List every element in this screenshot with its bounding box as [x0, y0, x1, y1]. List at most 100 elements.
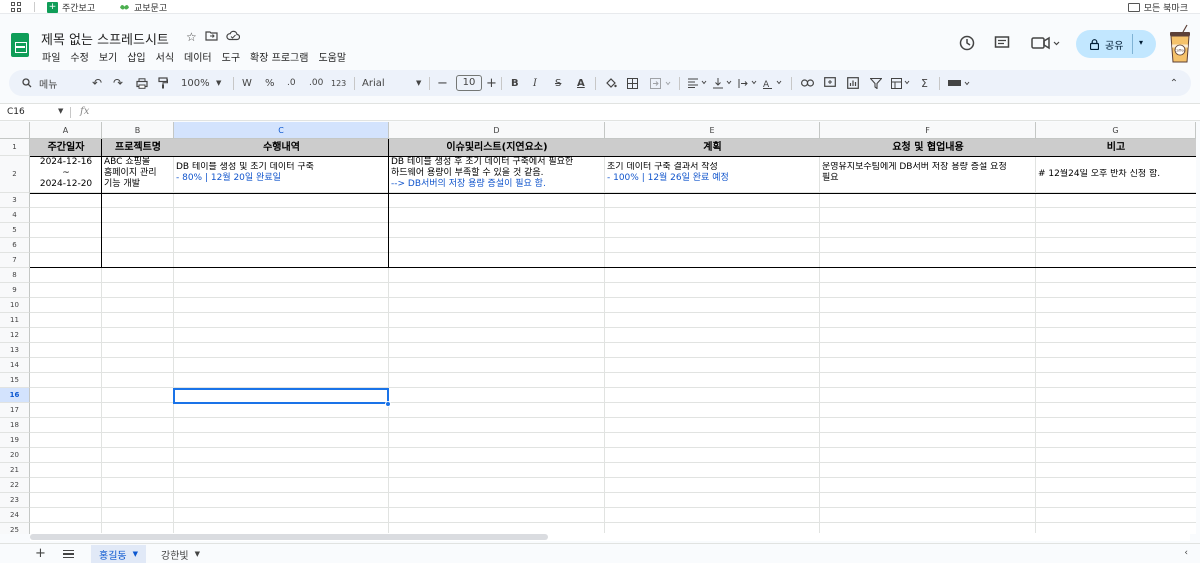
- name-box[interactable]: C16: [7, 107, 25, 117]
- header-cell-b[interactable]: 프로젝트명: [102, 139, 174, 156]
- menu-format[interactable]: 서식: [155, 48, 175, 65]
- header-cell-f[interactable]: 요청 및 협업내용: [820, 139, 1036, 156]
- merge-cells-icon[interactable]: [649, 70, 673, 96]
- comments-icon[interactable]: [993, 34, 1011, 52]
- row-header-16[interactable]: 16: [0, 388, 30, 403]
- column-header-c[interactable]: C: [174, 122, 389, 139]
- star-icon[interactable]: ☆: [186, 30, 197, 44]
- paint-format-icon[interactable]: [157, 70, 169, 96]
- row-header-21[interactable]: 21: [0, 463, 30, 478]
- decrease-decimal-button[interactable]: .0: [287, 70, 296, 96]
- row-header-13[interactable]: 13: [0, 343, 30, 358]
- selected-cell-c16[interactable]: [173, 388, 389, 404]
- increase-font-size-icon[interactable]: +: [486, 70, 497, 96]
- column-header-e[interactable]: E: [605, 122, 820, 139]
- sheets-logo-icon[interactable]: [11, 33, 29, 57]
- row-header-12[interactable]: 12: [0, 328, 30, 343]
- horizontal-align-icon[interactable]: [688, 70, 710, 96]
- row-header-11[interactable]: 11: [0, 313, 30, 328]
- cell-a2[interactable]: 2024-12-16 ~ 2024-12-20: [30, 157, 102, 190]
- text-rotation-icon[interactable]: A: [763, 70, 785, 96]
- scroll-tabs-left-icon[interactable]: ‹: [1184, 548, 1188, 558]
- cell-e2[interactable]: 초기 데이터 구축 결과서 작성 - 100% | 12월 26일 완료 예정: [607, 162, 819, 184]
- cell-c2[interactable]: DB 테이블 생성 및 초기 데이터 구축 - 80% | 12월 20일 완료…: [176, 162, 388, 184]
- percent-format-button[interactable]: %: [265, 70, 275, 96]
- avatar[interactable]: Coffee: [1166, 24, 1194, 64]
- cell-g2[interactable]: # 12월24일 오후 반차 신청 함.: [1038, 169, 1196, 180]
- row-header-10[interactable]: 10: [0, 298, 30, 313]
- print-icon[interactable]: [135, 70, 149, 96]
- cell-f2[interactable]: 운영유지보수팀에게 DB서버 저장 용량 증설 요청 필요: [822, 162, 1034, 184]
- text-wrapping-icon[interactable]: [738, 70, 760, 96]
- cell-b2[interactable]: ABC 쇼핑몰 홈페이지 관리 기능 개발: [104, 157, 174, 190]
- input-tools-icon[interactable]: [947, 70, 973, 96]
- row-header-25[interactable]: 25: [0, 523, 30, 534]
- bookmark-weekly-report[interactable]: + 주간보고: [47, 0, 95, 14]
- row-header-1[interactable]: 1: [0, 139, 30, 156]
- move-folder-icon[interactable]: [205, 30, 218, 41]
- filter-views-icon[interactable]: [890, 70, 914, 96]
- row-header-22[interactable]: 22: [0, 478, 30, 493]
- menu-insert[interactable]: 삽입: [126, 48, 146, 65]
- text-color-button[interactable]: A: [577, 70, 585, 96]
- row-header-24[interactable]: 24: [0, 508, 30, 523]
- fill-handle[interactable]: [385, 401, 391, 407]
- vertical-align-icon[interactable]: [713, 70, 735, 96]
- insert-chart-icon[interactable]: [846, 70, 860, 96]
- all-sheets-icon[interactable]: [63, 550, 74, 558]
- row-header-8[interactable]: 8: [0, 268, 30, 283]
- increase-decimal-button[interactable]: .00: [309, 70, 323, 96]
- row-header-23[interactable]: 23: [0, 493, 30, 508]
- header-cell-e[interactable]: 계획: [605, 139, 820, 156]
- zoom-select[interactable]: 100% ▼: [181, 70, 221, 96]
- menu-view[interactable]: 보기: [98, 48, 118, 65]
- horizontal-scrollbar[interactable]: [30, 533, 1190, 541]
- header-cell-a[interactable]: 주간일자: [30, 139, 102, 156]
- insert-comment-icon[interactable]: [823, 70, 837, 96]
- row-header-15[interactable]: 15: [0, 373, 30, 388]
- row-header-17[interactable]: 17: [0, 403, 30, 418]
- bold-button[interactable]: B: [511, 70, 519, 96]
- currency-format-button[interactable]: W: [242, 70, 252, 96]
- chevron-down-icon[interactable]: ▼: [58, 107, 63, 115]
- menu-extensions[interactable]: 확장 프로그램: [249, 48, 309, 65]
- column-header-g[interactable]: G: [1036, 122, 1196, 139]
- undo-icon[interactable]: ↶: [91, 70, 103, 96]
- row-header-9[interactable]: 9: [0, 283, 30, 298]
- sheet-tab-hong[interactable]: 홍길동 ▼: [91, 545, 146, 563]
- row-header-3[interactable]: 3: [0, 193, 30, 208]
- sheet-tab-kang[interactable]: 강한빛 ▼: [153, 545, 208, 563]
- spreadsheet-grid[interactable]: ABCDEFG 1 2 3 4 5 6 7 8 9 10 11 12 13 14 15 16 17 18 19 20 2…: [0, 122, 1196, 534]
- row-header-18[interactable]: 18: [0, 418, 30, 433]
- chevron-down-icon[interactable]: ▼: [195, 550, 200, 558]
- row-header-2[interactable]: 2: [0, 156, 30, 193]
- menu-search-label[interactable]: 메뉴: [39, 70, 57, 96]
- row-header-6[interactable]: 6: [0, 238, 30, 253]
- fill-color-icon[interactable]: [604, 70, 618, 96]
- redo-icon[interactable]: ↷: [112, 70, 124, 96]
- number-format-button[interactable]: 123: [331, 70, 346, 96]
- decrease-font-size-icon[interactable]: −: [437, 70, 448, 96]
- functions-button[interactable]: Σ: [921, 70, 928, 96]
- row-header-7[interactable]: 7: [0, 253, 30, 268]
- select-all-corner[interactable]: [0, 122, 30, 139]
- all-bookmarks[interactable]: 모든 북마크: [1127, 0, 1188, 14]
- column-header-a[interactable]: A: [30, 122, 102, 139]
- chevron-down-icon[interactable]: ▾: [1139, 38, 1143, 47]
- row-header-19[interactable]: 19: [0, 433, 30, 448]
- column-header-d[interactable]: D: [389, 122, 605, 139]
- strikethrough-button[interactable]: S: [555, 70, 561, 96]
- version-history-icon[interactable]: [958, 34, 976, 52]
- meet-icon[interactable]: [1030, 34, 1062, 52]
- add-sheet-icon[interactable]: +: [35, 546, 46, 561]
- document-title[interactable]: 제목 없는 스프레드시트: [41, 29, 169, 48]
- column-header-f[interactable]: F: [820, 122, 1036, 139]
- cell-d2[interactable]: DB 테이블 생성 후 초기 데이터 구축에서 필요한 하드웨어 용량이 부족할…: [391, 157, 603, 190]
- menu-help[interactable]: 도움말: [317, 48, 347, 65]
- menu-tools[interactable]: 도구: [221, 48, 241, 65]
- borders-icon[interactable]: [626, 70, 638, 96]
- cloud-status-icon[interactable]: [226, 30, 240, 41]
- row-header-20[interactable]: 20: [0, 448, 30, 463]
- font-select[interactable]: Arial: [362, 70, 420, 96]
- apps-grid-icon[interactable]: [10, 1, 22, 13]
